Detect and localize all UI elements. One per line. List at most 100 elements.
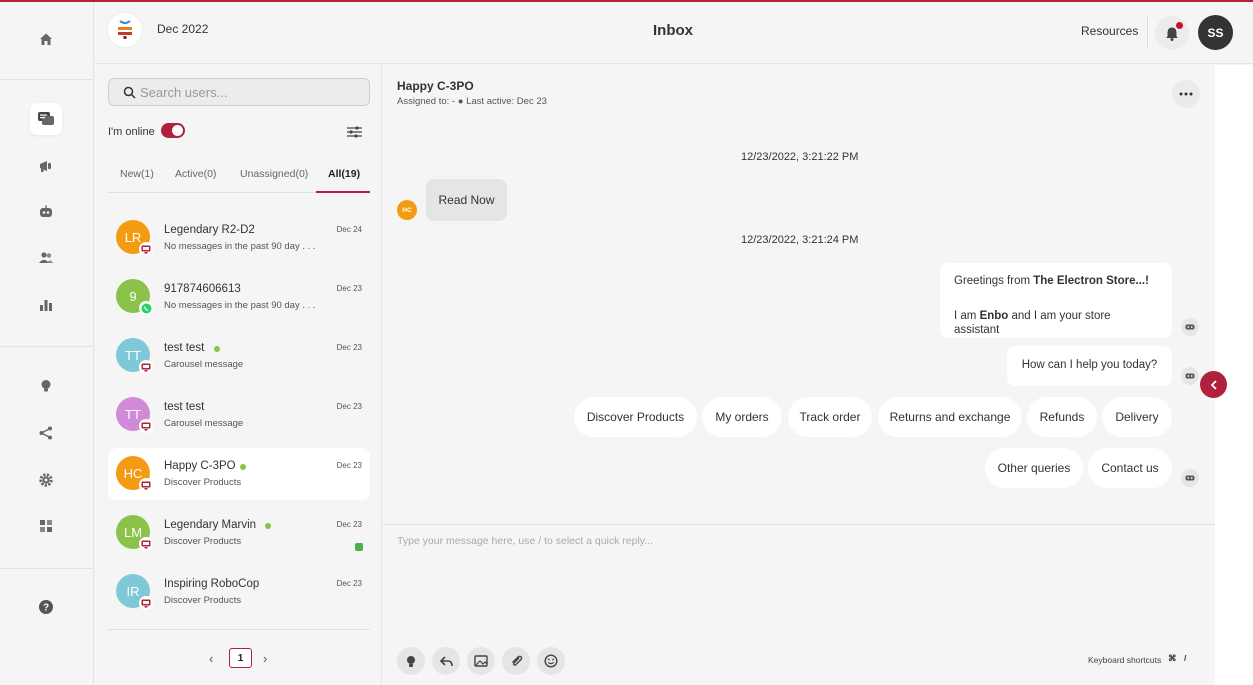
last-message: Discover Products [164, 477, 242, 488]
message-date: Dec 23 [336, 284, 362, 293]
user-name: 917874606613 [164, 283, 241, 295]
chevron-left-icon [1210, 379, 1217, 390]
inbox-chat-icon[interactable] [30, 103, 62, 135]
quick-reply-other-queries[interactable]: Other queries [985, 448, 1083, 488]
rail-divider [0, 568, 94, 569]
chat-contact-name: Happy C-3PO [397, 79, 474, 93]
image-icon [474, 655, 488, 667]
message-date: Dec 23 [336, 461, 362, 470]
notification-dot [1176, 22, 1183, 29]
tab-active-indicator [316, 191, 370, 193]
filter-icon[interactable] [347, 126, 362, 138]
integrations-icon[interactable] [30, 417, 62, 449]
quick-reply-delivery[interactable]: Delivery [1102, 397, 1172, 437]
brand-logo[interactable] [107, 12, 143, 48]
tab-all[interactable]: All(19) [328, 168, 360, 180]
online-indicator [214, 346, 220, 352]
chat-meta: Assigned to: - ● Last active: Dec 23 [397, 96, 547, 107]
notification-button[interactable] [1155, 16, 1189, 50]
chevron-right-icon[interactable]: › [263, 651, 267, 666]
user-name: Legendary R2-D2 [164, 224, 255, 236]
store-name: The Electron Store...! [1033, 275, 1149, 287]
command-key: ⌘ [1168, 653, 1177, 663]
message-timestamp: 12/23/2022, 3:21:22 PM [741, 151, 859, 163]
web-chat-icon [139, 596, 153, 610]
rail-divider [0, 346, 94, 347]
page-title: Inbox [653, 22, 693, 39]
lightbulb-button[interactable] [397, 647, 425, 675]
svg-text:?: ? [43, 603, 49, 614]
tab-unassigned[interactable]: Unassigned(0) [240, 168, 308, 180]
search-box[interactable] [108, 78, 370, 106]
help-icon[interactable]: ? [30, 591, 62, 623]
last-message: No messages in the past 90 day . . . [164, 300, 316, 311]
outgoing-message: Greetings from The Electron Store...! I … [940, 263, 1172, 338]
list-item[interactable]: LM Legendary Marvin Discover Products De… [108, 507, 370, 559]
message-input[interactable]: Type your message here, use / to select … [397, 535, 997, 547]
bot-icon[interactable] [30, 196, 62, 228]
last-message: No messages in the past 90 day . . . [164, 241, 316, 252]
more-options-button[interactable] [1172, 80, 1200, 108]
resources-link[interactable]: Resources [1081, 24, 1138, 38]
last-message: Carousel message [164, 418, 244, 429]
list-divider [108, 629, 370, 630]
collapse-panel-button[interactable] [1200, 371, 1227, 398]
analytics-icon[interactable] [30, 289, 62, 321]
bot-icon [1181, 318, 1199, 336]
web-chat-icon [139, 537, 153, 551]
web-chat-icon [139, 478, 153, 492]
message-date: Dec 23 [336, 520, 362, 529]
quick-reply-returns[interactable]: Returns and exchange [878, 397, 1022, 437]
message-date: Dec 23 [336, 402, 362, 411]
chevron-left-icon[interactable]: ‹ [209, 651, 213, 666]
quick-reply-discover-products[interactable]: Discover Products [574, 397, 697, 437]
search-input[interactable] [140, 83, 360, 101]
lightbulb-icon [407, 655, 415, 667]
conversation-tabs: New(1) Active(0) Unassigned(0) All(19) [108, 160, 370, 193]
reply-button[interactable] [432, 647, 460, 675]
user-list-panel: I'm online New(1) Active(0) Unassigned(0… [95, 65, 382, 685]
online-indicator [240, 464, 246, 470]
chat-panel: Happy C-3PO Assigned to: - ● Last active… [383, 65, 1215, 685]
attachment-button[interactable] [502, 647, 530, 675]
last-message: Discover Products [164, 595, 242, 606]
tab-active[interactable]: Active(0) [175, 168, 216, 180]
quick-reply-contact-us[interactable]: Contact us [1088, 448, 1172, 488]
list-item[interactable]: LR Legendary R2-D2 No messages in the pa… [108, 212, 370, 264]
list-item[interactable]: 9 917874606613 No messages in the past 9… [108, 271, 370, 323]
gear-icon[interactable] [30, 464, 62, 496]
bot-icon [1181, 469, 1199, 487]
image-button[interactable] [467, 647, 495, 675]
quick-reply-my-orders[interactable]: My orders [702, 397, 782, 437]
emoji-icon [544, 654, 558, 668]
keyboard-shortcuts-label[interactable]: Keyboard shortcuts [1088, 655, 1161, 665]
emoji-button[interactable] [537, 647, 565, 675]
quick-reply-track-order[interactable]: Track order [788, 397, 872, 437]
tab-new[interactable]: New(1) [120, 168, 154, 180]
brand-date: Dec 2022 [157, 22, 209, 36]
web-chat-icon [139, 242, 153, 256]
online-label: I'm online [108, 126, 155, 138]
message-date: Dec 23 [336, 343, 362, 352]
message-date: Dec 24 [336, 225, 362, 234]
list-item[interactable]: TT test test Carousel message Dec 23 [108, 330, 370, 382]
online-indicator [265, 523, 271, 529]
list-item[interactable]: TT test test Carousel message Dec 23 [108, 389, 370, 441]
user-name: Inspiring RoboCop [164, 578, 260, 590]
online-toggle[interactable] [161, 123, 185, 138]
message-timestamp: 12/23/2022, 3:21:24 PM [741, 234, 859, 246]
home-icon[interactable] [30, 23, 62, 55]
bot-name: Enbo [979, 309, 1009, 322]
user-name: test test [164, 342, 205, 354]
user-avatar[interactable]: SS [1198, 15, 1233, 50]
quick-reply-refunds[interactable]: Refunds [1027, 397, 1097, 437]
list-item[interactable]: IR Inspiring RoboCop Discover Products D… [108, 566, 370, 618]
lightbulb-icon[interactable] [30, 370, 62, 402]
page-number[interactable]: 1 [229, 648, 252, 668]
list-item-selected[interactable]: HC Happy C-3PO Discover Products Dec 23 [108, 448, 370, 500]
greeting-prefix: Greetings from [954, 275, 1034, 287]
reply-icon [439, 656, 453, 667]
megaphone-icon[interactable] [30, 150, 62, 182]
apps-icon[interactable] [30, 510, 62, 542]
users-icon[interactable] [30, 242, 62, 274]
